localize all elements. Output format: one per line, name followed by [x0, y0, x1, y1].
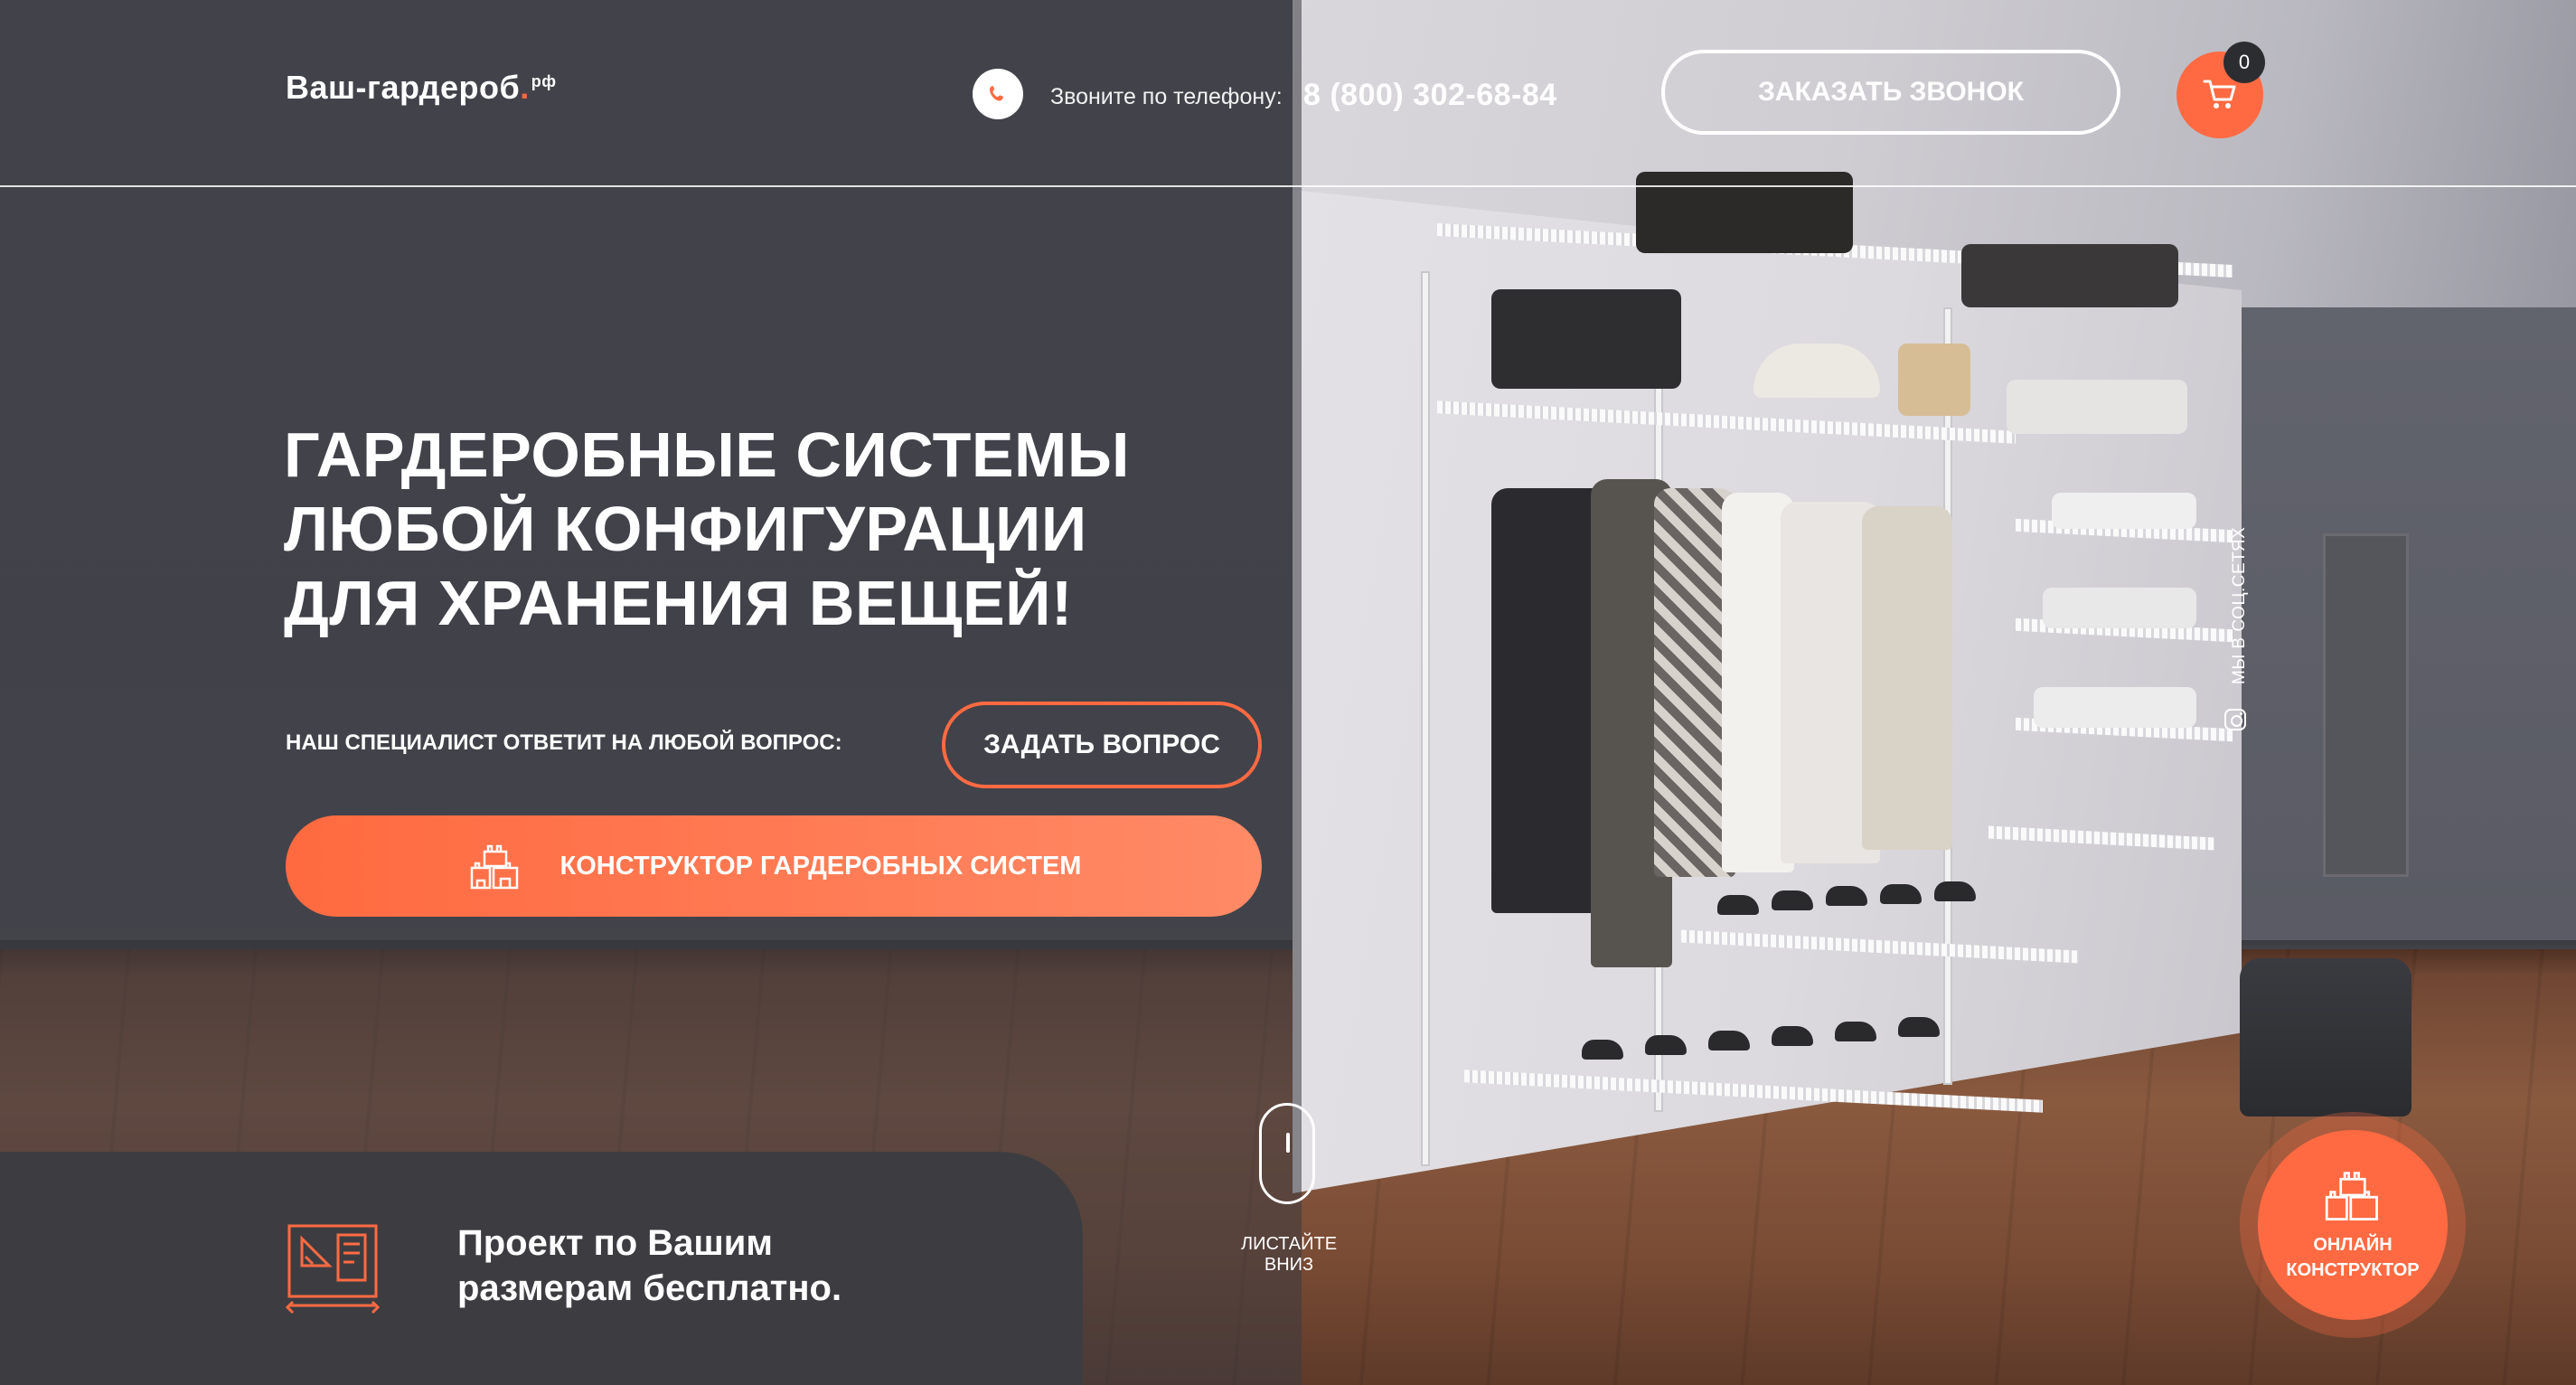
shoe [1772, 890, 1813, 910]
shoe [1645, 1035, 1687, 1055]
shoe [1880, 884, 1922, 904]
shoe [1772, 1026, 1813, 1046]
scroll-down-label: ЛИСТАЙТЕ ВНИЗ [1240, 1234, 1338, 1275]
hero-title-line: ЛЮБОЙ КОНФИГУРАЦИИ [284, 494, 1087, 564]
site-header: Ваш-гардероб. рф Звоните по телефону: 8 (… [0, 0, 2576, 187]
shoe [1835, 1022, 1876, 1041]
folded-clothes [2007, 380, 2187, 434]
blocks-icon [2325, 1172, 2378, 1220]
vertical-rail [1421, 271, 1430, 1166]
instagram-icon[interactable] [2224, 709, 2246, 730]
mouse-wheel [1286, 1133, 1290, 1153]
hat [1753, 344, 1880, 398]
scroll-down-mouse-icon[interactable] [1259, 1103, 1315, 1204]
ask-question-label: НАШ СПЕЦИАЛИСТ ОТВЕТИТ НА ЛЮБОЙ ВОПРОС: [286, 730, 842, 755]
social-networks-label: МЫ В СОЦ.СЕТЯХ [2230, 526, 2249, 685]
wardrobe-builder-button[interactable]: КОНСТРУКТОР ГАРДЕРОБНЫХ СИСТЕМ [286, 815, 1262, 917]
hero-title-line: ДЛЯ ХРАНЕНИЯ ВЕЩЕЙ! [284, 568, 1073, 638]
shoe [1898, 1017, 1940, 1037]
door [2323, 533, 2409, 877]
hero-title: ГАРДЕРОБНЫЕ СИСТЕМЫ ЛЮБОЙ КОНФИГУРАЦИИ Д… [284, 418, 1188, 640]
hat-box [1491, 289, 1681, 389]
folded-clothes [2034, 687, 2196, 728]
online-constructor-line: КОНСТРУКТОР [2286, 1260, 2420, 1280]
shoe [1934, 881, 1976, 901]
shoe [1717, 895, 1759, 915]
cart-count-badge: 0 [2223, 42, 2265, 83]
logo-text: Ваш-гардероб [286, 69, 521, 106]
logo-dot: . [520, 69, 530, 106]
ask-question-button[interactable]: ЗАДАТЬ ВОПРОС [942, 702, 1262, 788]
hero-title-line: ГАРДЕРОБНЫЕ СИСТЕМЫ [284, 419, 1130, 490]
suitcase [1961, 244, 2178, 307]
cart-icon [2203, 80, 2236, 108]
phone-icon [973, 69, 1023, 119]
shoe [1826, 886, 1867, 906]
online-constructor-line: ОНЛАЙН [2313, 1235, 2393, 1255]
shopping-bag [1898, 344, 1970, 416]
jacket [1862, 506, 1952, 850]
blocks-icon [470, 844, 518, 890]
shoe [1708, 1031, 1750, 1051]
online-constructor-button[interactable]: ОНЛАЙН КОНСТРУКТОР [2258, 1130, 2448, 1320]
pouf [2240, 958, 2411, 1116]
online-constructor-label: ОНЛАЙН КОНСТРУКТОР [2286, 1232, 2419, 1283]
free-project-line: размерам бесплатно. [457, 1268, 842, 1308]
shoe [1582, 1040, 1623, 1060]
blueprint-icon [284, 1222, 381, 1321]
phone-number-link[interactable]: 8 (800) 302-68-84 [1303, 78, 1557, 113]
blueprint-glyph [285, 1224, 381, 1314]
phone-glyph [990, 86, 1003, 101]
logo-tld: рф [531, 72, 557, 90]
wardrobe-builder-label: КОНСТРУКТОР ГАРДЕРОБНЫХ СИСТЕМ [559, 851, 1082, 881]
free-project-line: Проект по Вашим [457, 1223, 773, 1263]
folded-clothes [2052, 493, 2196, 529]
logo[interactable]: Ваш-гардероб. рф [286, 69, 556, 107]
phone-label: Звоните по телефону: [1050, 84, 1283, 109]
folded-clothes [2043, 588, 2196, 628]
order-call-button[interactable]: ЗАКАЗАТЬ ЗВОНОК [1661, 50, 2120, 135]
free-project-text: Проект по Вашим размерам бесплатно. [457, 1220, 841, 1311]
